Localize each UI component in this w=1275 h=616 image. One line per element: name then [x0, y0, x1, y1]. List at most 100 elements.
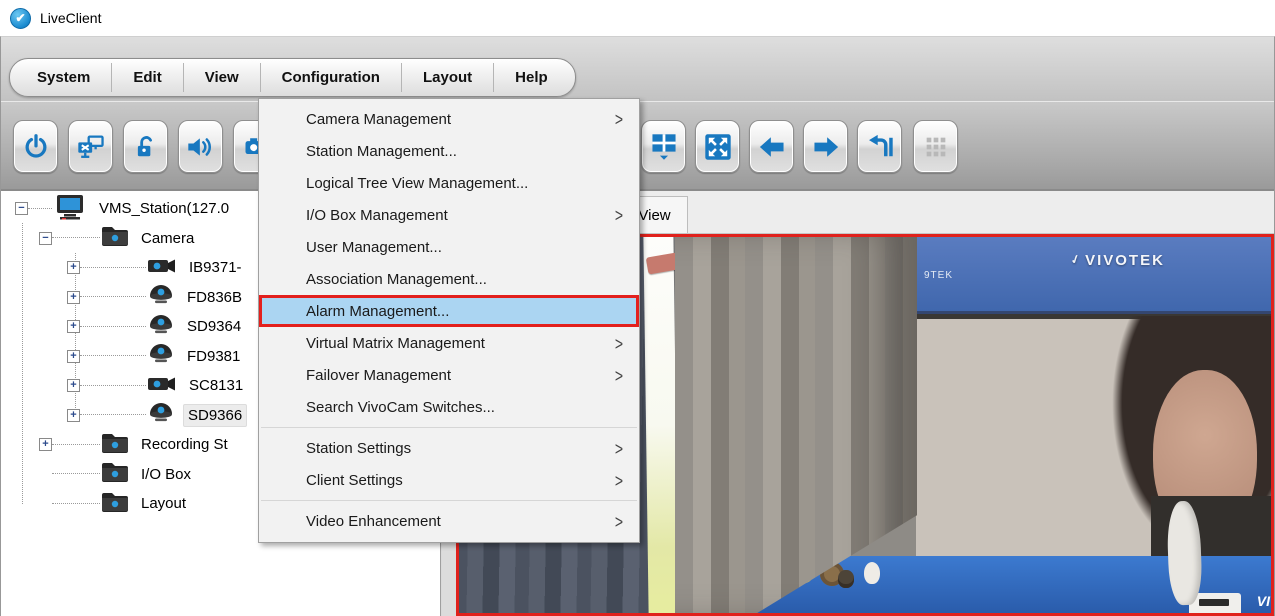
tree-label: SD9366	[183, 404, 247, 427]
window-light-strip	[643, 234, 678, 616]
expand-plus-box[interactable]: +	[67, 409, 80, 422]
shelf-brand-text: VI	[1257, 593, 1270, 609]
tree-label: FD836B	[183, 287, 246, 308]
prev-arrow-icon	[757, 133, 787, 161]
tree-label: IB9371-	[185, 257, 246, 278]
tree-label: Recording St	[137, 434, 232, 455]
menu-item-label: Alarm Management...	[306, 303, 449, 320]
expand-plus-box[interactable]: +	[67, 261, 80, 274]
menu-item-label: I/O Box Management	[306, 207, 448, 224]
menu-item-virtual-matrix-management[interactable]: Virtual Matrix Management >	[259, 327, 639, 359]
toy-figure	[864, 562, 880, 584]
return-icon	[865, 133, 895, 161]
camera-dome-icon	[146, 282, 176, 312]
menu-item-failover-management[interactable]: Failover Management >	[259, 359, 639, 391]
menu-item-label: Station Management...	[306, 143, 457, 160]
collapse-minus-box[interactable]: −	[39, 232, 52, 245]
menu-item-label: Video Enhancement	[306, 513, 441, 530]
menu-item-video-enhancement[interactable]: Video Enhancement>	[259, 505, 639, 537]
submenu-arrow-icon: >	[615, 437, 623, 459]
tree-label: SD9364	[183, 316, 245, 337]
fullscreen-button[interactable]	[695, 120, 740, 173]
matrix-grid-button[interactable]	[913, 120, 958, 173]
folder-icon	[100, 431, 130, 459]
submenu-arrow-icon: >	[615, 364, 623, 386]
configuration-dropdown-menu: Camera Management> Station Management... L…	[258, 98, 640, 543]
video-photo-screen	[916, 314, 1271, 556]
menu-item-label: Virtual Matrix Management	[306, 335, 485, 352]
unlock-button[interactable]	[123, 120, 168, 173]
menu-item-user-management[interactable]: User Management...	[259, 231, 639, 263]
submenu-arrow-icon: >	[615, 204, 623, 226]
expand-plus-box[interactable]: +	[67, 350, 80, 363]
toy-owl	[838, 570, 854, 588]
disconnect-station-button[interactable]	[68, 120, 113, 173]
menu-item-logical-tree-view-management[interactable]: Logical Tree View Management...	[259, 167, 639, 199]
window-title: LiveClient	[40, 10, 101, 26]
folder-icon	[100, 224, 130, 252]
menu-item-alarm-management[interactable]: Alarm Management...	[259, 295, 639, 327]
menu-item-i-o-box-management[interactable]: I/O Box Management >	[259, 199, 639, 231]
menu-item-search-vivocam-switches[interactable]: Search VivoCam Switches...	[259, 391, 639, 423]
tree-connector	[80, 267, 146, 269]
menu-system[interactable]: System	[16, 59, 111, 96]
tree-connector	[80, 385, 146, 387]
menu-view[interactable]: View	[184, 59, 260, 96]
layout-grid-icon	[649, 132, 679, 162]
menu-item-camera-management[interactable]: Camera Management>	[259, 103, 639, 135]
tree-connector	[52, 503, 100, 505]
camera-dome-icon	[146, 312, 176, 342]
menu-configuration[interactable]: Configuration	[261, 59, 401, 96]
collapse-minus-box[interactable]: −	[15, 202, 28, 215]
camera-dome-icon	[146, 341, 176, 371]
matrix-grid-icon	[922, 133, 950, 161]
submenu-arrow-icon: >	[615, 332, 623, 354]
tree-connector	[80, 296, 146, 298]
menu-bar-band: SystemEditViewConfigurationLayoutHelp	[1, 37, 1274, 101]
menu-item-station-settings[interactable]: Station Settings >	[259, 432, 639, 464]
menu-item-label: Client Settings	[306, 472, 403, 489]
tree-connector	[52, 473, 100, 475]
tree-label: Camera	[137, 228, 198, 249]
expand-plus-box[interactable]: +	[67, 379, 80, 392]
menu-item-association-management[interactable]: Association Management...	[259, 263, 639, 295]
menu-item-client-settings[interactable]: Client Settings >	[259, 464, 639, 496]
disconnect-station-icon	[76, 133, 106, 161]
menu-item-station-management[interactable]: Station Management...	[259, 135, 639, 167]
unlock-icon	[133, 133, 159, 161]
expand-plus-box[interactable]: +	[39, 438, 52, 451]
tree-label: FD9381	[183, 346, 244, 367]
menu-edit[interactable]: Edit	[112, 59, 182, 96]
tree-label: I/O Box	[137, 464, 195, 485]
layout-grid-button[interactable]	[641, 120, 686, 173]
power-button[interactable]	[13, 120, 58, 173]
power-icon	[22, 133, 50, 161]
tree-label: SC8131	[185, 375, 247, 396]
menu-item-label: Station Settings	[306, 440, 411, 457]
folder-icon	[100, 460, 130, 488]
return-button[interactable]	[857, 120, 902, 173]
expand-plus-box[interactable]: +	[67, 320, 80, 333]
next-arrow-button[interactable]	[803, 120, 848, 173]
menu-item-label: Failover Management	[306, 367, 451, 384]
prev-arrow-button[interactable]	[749, 120, 794, 173]
tree-connector	[52, 237, 100, 239]
volume-button[interactable]	[178, 120, 223, 173]
submenu-arrow-icon: >	[615, 469, 623, 491]
menu-layout[interactable]: Layout	[402, 59, 493, 96]
liveclient-window: ✔ LiveClient SystemEditViewConfiguration…	[0, 0, 1275, 616]
tree-label: VMS_Station(127.0	[95, 198, 233, 219]
menu-item-label: Logical Tree View Management...	[306, 175, 528, 192]
menu-separator	[261, 427, 637, 428]
menu-separator	[261, 500, 637, 501]
fullscreen-icon	[703, 132, 733, 162]
expand-plus-box[interactable]: +	[67, 291, 80, 304]
tree-label: Layout	[137, 493, 190, 514]
tree-connector	[80, 355, 146, 357]
menu-help[interactable]: Help	[494, 59, 569, 96]
menu-item-label: Search VivoCam Switches...	[306, 399, 495, 416]
video-blue-banner: 9TEK ✓VIVOTEK	[916, 237, 1271, 314]
camera-box-icon	[146, 373, 178, 399]
vivotek-watermark-small: 9TEK	[924, 270, 953, 281]
title-bar: ✔ LiveClient	[0, 0, 1275, 36]
